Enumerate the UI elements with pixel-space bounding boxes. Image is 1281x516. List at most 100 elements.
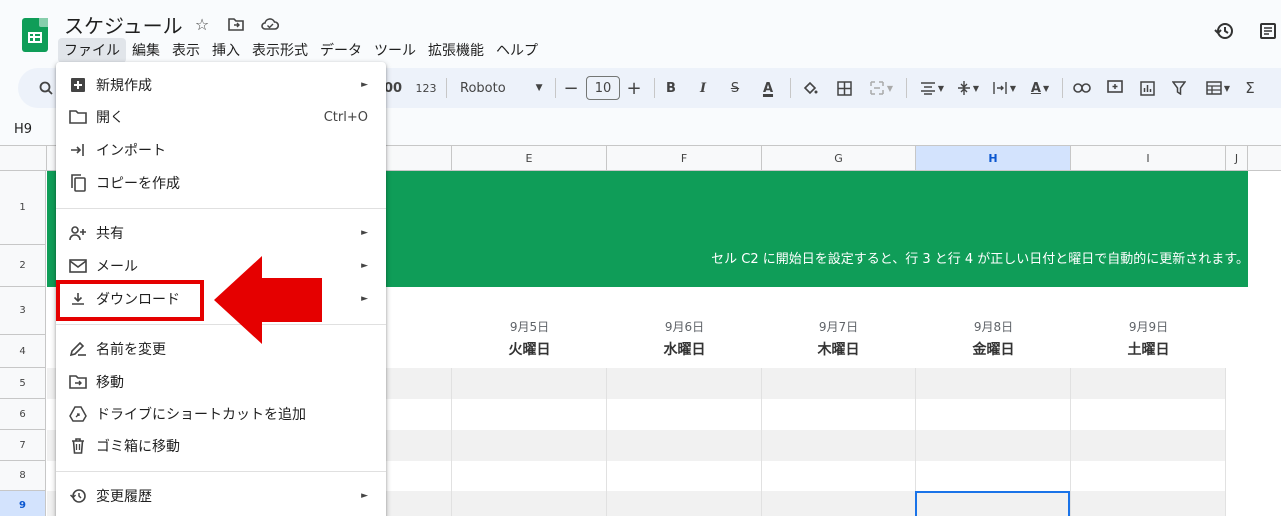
menu-format[interactable]: 表示形式 bbox=[246, 38, 314, 63]
menu-edit[interactable]: 編集 bbox=[126, 38, 166, 63]
column-header-i[interactable]: I bbox=[1071, 146, 1226, 171]
menu-item-open-label: 開く bbox=[96, 110, 124, 126]
history-icon[interactable] bbox=[1211, 18, 1237, 44]
menu-item-version-history[interactable]: 変更履歴 ► bbox=[56, 480, 386, 512]
submenu-arrow-icon: ► bbox=[361, 228, 368, 238]
menu-view[interactable]: 表示 bbox=[166, 38, 206, 63]
cell-divider bbox=[1070, 368, 1071, 516]
date-h: 9月8日 bbox=[973, 320, 1014, 334]
menu-divider bbox=[56, 471, 386, 472]
column-header-blank bbox=[1248, 146, 1281, 171]
menu-item-add-shortcut-label: ドライブにショートカットを追加 bbox=[96, 407, 306, 423]
sheets-logo-icon[interactable] bbox=[22, 18, 48, 52]
folder-icon bbox=[68, 107, 88, 127]
move-folder-icon bbox=[68, 372, 88, 392]
font-family-value: Roboto bbox=[460, 80, 506, 96]
menu-item-move-label: 移動 bbox=[96, 375, 124, 391]
weekday-g: 木曜日 bbox=[817, 342, 860, 358]
cell-divider bbox=[761, 368, 762, 516]
app-header: スケジュール ☆ ファイル 編集 表示 挿入 表示形式 データ ツール 拡張機能… bbox=[0, 0, 1281, 64]
weekday-e: 火曜日 bbox=[508, 342, 551, 358]
horizontal-align-icon[interactable]: ▼ bbox=[916, 76, 948, 100]
submenu-arrow-icon: ► bbox=[361, 491, 368, 501]
row-header-5[interactable]: 5 bbox=[0, 368, 46, 399]
selected-cell-h9[interactable] bbox=[915, 491, 1070, 516]
menu-item-add-shortcut[interactable]: ドライブにショートカットを追加 bbox=[56, 398, 386, 430]
move-folder-icon[interactable] bbox=[225, 13, 247, 35]
column-header-h[interactable]: H bbox=[916, 146, 1071, 171]
italic-button[interactable]: I bbox=[694, 76, 712, 100]
submenu-arrow-icon: ► bbox=[361, 294, 368, 304]
menu-file[interactable]: ファイル bbox=[58, 38, 126, 63]
menu-item-import[interactable]: インポート bbox=[56, 134, 386, 166]
menu-extensions[interactable]: 拡張機能 bbox=[422, 38, 490, 63]
borders-icon[interactable] bbox=[834, 76, 854, 100]
document-title[interactable]: スケジュール bbox=[64, 10, 183, 39]
text-rotation-icon[interactable]: A ▼ bbox=[1024, 76, 1056, 100]
download-highlight-box bbox=[56, 280, 204, 321]
row-header-8[interactable]: 8 bbox=[0, 461, 46, 491]
filter-icon[interactable] bbox=[1168, 76, 1190, 100]
submenu-arrow-icon: ► bbox=[361, 261, 368, 271]
row-header-3[interactable]: 3 bbox=[0, 287, 46, 335]
menu-tools[interactable]: ツール bbox=[368, 38, 422, 63]
pointer-arrow-icon bbox=[214, 256, 322, 344]
text-wrap-icon[interactable]: ▼ bbox=[988, 76, 1020, 100]
insert-chart-icon[interactable] bbox=[1136, 76, 1158, 100]
merge-cells-icon[interactable]: ▼ bbox=[866, 76, 896, 100]
submenu-arrow-icon: ► bbox=[361, 80, 368, 90]
row-header-4[interactable]: 4 bbox=[0, 335, 46, 368]
menu-bar: ファイル 編集 表示 挿入 表示形式 データ ツール 拡張機能 ヘルプ bbox=[58, 38, 544, 63]
row-header-1[interactable]: 1 bbox=[0, 171, 46, 245]
bold-button[interactable]: B bbox=[662, 76, 680, 100]
menu-item-new[interactable]: 新規作成 ► bbox=[56, 69, 386, 101]
select-all-corner[interactable] bbox=[0, 146, 47, 171]
import-icon bbox=[68, 140, 88, 160]
column-header-f[interactable]: F bbox=[607, 146, 762, 171]
increase-decimal-button[interactable]: 00 bbox=[384, 76, 402, 100]
insert-comment-icon[interactable] bbox=[1104, 76, 1126, 100]
font-family-select[interactable]: Roboto ▼ bbox=[454, 76, 543, 100]
chevron-down-icon: ▼ bbox=[535, 83, 543, 93]
name-box[interactable]: H9 bbox=[14, 122, 32, 137]
menu-item-copy[interactable]: コピーを作成 bbox=[56, 167, 386, 199]
row-header-7[interactable]: 7 bbox=[0, 430, 46, 461]
column-header-g[interactable]: G bbox=[762, 146, 916, 171]
font-size-input[interactable]: 10 bbox=[586, 76, 620, 100]
menu-item-rename-label: 名前を変更 bbox=[96, 342, 166, 358]
menu-item-open[interactable]: 開く Ctrl+O bbox=[56, 101, 386, 133]
menu-item-share[interactable]: 共有 ► bbox=[56, 217, 386, 249]
banner-instruction-text: セル C2 に開始日を設定すると、行 3 と行 4 が正しい日付と曜日で自動的に… bbox=[711, 252, 1249, 267]
column-header-e[interactable]: E bbox=[452, 146, 607, 171]
search-menus-icon[interactable] bbox=[36, 76, 56, 100]
strikethrough-button[interactable]: S bbox=[726, 76, 744, 100]
date-i: 9月9日 bbox=[1128, 320, 1169, 334]
increase-font-size-button[interactable]: + bbox=[626, 76, 642, 100]
menu-item-move[interactable]: 移動 bbox=[56, 366, 386, 398]
row-header-2[interactable]: 2 bbox=[0, 245, 46, 287]
comments-icon[interactable] bbox=[1255, 18, 1281, 44]
menu-item-trash[interactable]: ゴミ箱に移動 bbox=[56, 430, 386, 462]
copy-icon bbox=[68, 173, 88, 193]
history-icon bbox=[68, 486, 88, 506]
functions-icon[interactable]: Σ bbox=[1240, 76, 1260, 100]
more-formats-button[interactable]: 123 bbox=[414, 76, 438, 100]
row-header-9[interactable]: 9 bbox=[0, 491, 46, 516]
cloud-saved-icon[interactable] bbox=[259, 13, 281, 35]
menu-data[interactable]: データ bbox=[314, 38, 368, 63]
date-f: 9月6日 bbox=[664, 320, 705, 334]
cell-divider bbox=[606, 368, 607, 516]
fill-color-icon[interactable] bbox=[800, 76, 820, 100]
menu-help[interactable]: ヘルプ bbox=[490, 38, 544, 63]
insert-link-icon[interactable] bbox=[1070, 76, 1094, 100]
vertical-align-icon[interactable]: ▼ bbox=[952, 76, 984, 100]
grid-right-gutter bbox=[1226, 368, 1281, 516]
menu-insert[interactable]: 挿入 bbox=[206, 38, 246, 63]
column-header-j[interactable]: J bbox=[1226, 146, 1248, 171]
star-icon[interactable]: ☆ bbox=[191, 13, 213, 35]
text-color-button[interactable]: A bbox=[758, 76, 778, 100]
decrease-font-size-button[interactable]: − bbox=[563, 76, 579, 100]
row-header-6[interactable]: 6 bbox=[0, 399, 46, 430]
menu-item-trash-label: ゴミ箱に移動 bbox=[96, 439, 180, 455]
filter-views-icon[interactable]: ▼ bbox=[1200, 76, 1236, 100]
